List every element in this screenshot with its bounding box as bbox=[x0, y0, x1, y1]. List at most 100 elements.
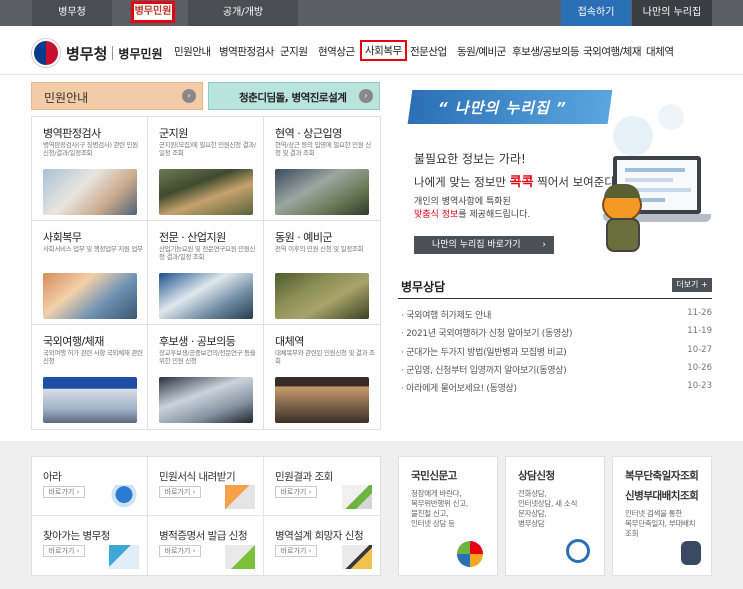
visiting-service-icon bbox=[109, 545, 139, 569]
service-card[interactable]: 병역판정검사 병역판정검사(구 징병검사) 관련 민원신청/결과/일정조회 bbox=[32, 117, 148, 221]
counsel-item[interactable]: · 군대가는 두가지 방법(일반병과 모집병 비교) bbox=[401, 345, 567, 358]
service-title: 현역 · 상근입영 bbox=[275, 127, 342, 140]
shortcut-button[interactable]: 바로가기 › bbox=[275, 545, 317, 557]
counsel-item[interactable]: · 국외여행 허가제도 안내 bbox=[401, 308, 491, 321]
service-lookup-box[interactable]: 복무단축일자조회 신병부대배치조회 인터넷 검색을 통한 복무단축일자, 부대배치… bbox=[612, 456, 712, 576]
service-lookup-desc: 인터넷 검색을 통한 복무단축일자, 부대배치 조회 bbox=[625, 509, 696, 538]
tab-mma[interactable]: 병무청 bbox=[32, 0, 112, 26]
shortcut-button[interactable]: 바로가기 › bbox=[159, 486, 201, 498]
taegeuk-logo-icon bbox=[32, 39, 60, 67]
service-desc: 전역 이후의 민원 신청 및 일정조회 bbox=[275, 245, 364, 253]
quick-item[interactable]: 찾아가는 병무청 바로가기 › bbox=[32, 516, 148, 575]
counsel-item[interactable]: · 군입영, 신청부터 입영까지 알아보기(동영상) bbox=[401, 363, 567, 376]
logo-sub: 병무민원 bbox=[118, 46, 163, 61]
shortcut-button[interactable]: 바로가기 › bbox=[43, 486, 85, 498]
promo-desc: 개인의 병역사항에 특화된 맞춤식 정보를 제공해드립니다. bbox=[414, 197, 531, 220]
service-card[interactable]: 동원 · 예비군 전역 이후의 민원 신청 및 일정조회 bbox=[264, 221, 380, 325]
service-card[interactable]: 현역 · 상근입영 현역/상근 등의 입영에 필요한 민원 신청 및 결과 조회 bbox=[264, 117, 380, 221]
service-card[interactable]: 전문 · 산업지원 산업기능요원 및 전문연구요원 민원신청 결과/일정 조회 bbox=[148, 221, 264, 325]
shortcut-button[interactable]: 바로가기 › bbox=[43, 545, 85, 557]
nav-item-overseas[interactable]: 국외여행/체재 bbox=[583, 44, 642, 59]
service-card[interactable]: 사회복무 사회서비스 업무 및 행정업무 지원 업무 bbox=[32, 221, 148, 325]
service-desc: 산업기능요원 및 전문연구요원 민원신청 결과/일정 조회 bbox=[159, 245, 256, 261]
logo-name: 병무청 bbox=[66, 44, 108, 63]
quick-title: 찾아가는 병무청 bbox=[43, 530, 110, 542]
service-desc: 사회서비스 업무 및 행정업무 지원 업무 bbox=[43, 245, 143, 253]
counsel-item[interactable]: · 아라에게 물어보세요! (동영상) bbox=[401, 381, 517, 394]
quick-title: 병적증명서 발급 신청 bbox=[159, 530, 248, 542]
counsel-request-desc: 전화상담, 인터넷상담, 새 소식 문자상담, 병무상담 bbox=[518, 489, 578, 528]
quick-item[interactable]: 병적증명서 발급 신청 바로가기 › bbox=[148, 516, 264, 575]
my-page-promo: “ 나만의 누리집 ” 불필요한 정보는 가라! 나에게 맞는 정보만 콕콕 찍… bbox=[398, 84, 718, 259]
decor-circle bbox=[658, 104, 684, 130]
shortcut-button[interactable]: 바로가기 › bbox=[275, 486, 317, 498]
nav-item-reserve[interactable]: 동원/예비군 bbox=[457, 44, 506, 59]
chatbot-ara-icon bbox=[109, 485, 139, 509]
service-card[interactable]: 후보생 · 공보의등 장교후보생/공중보건의/전문연구 등을 위한 민원 신청 bbox=[148, 325, 264, 429]
quick-item[interactable]: 병역설계 희망자 신청 바로가기 › bbox=[264, 516, 380, 575]
service-card[interactable]: 국외여행/체재 국외여행 허가 관련 사항 국외체재 관련 신청 bbox=[32, 325, 148, 429]
service-photo bbox=[275, 377, 369, 423]
promo-headline: 불필요한 정보는 가라! bbox=[414, 152, 526, 166]
service-photo bbox=[275, 273, 369, 319]
service-title: 국외여행/체재 bbox=[43, 335, 104, 348]
quick-title: 아라 bbox=[43, 471, 62, 483]
my-page-shortcut-button[interactable]: 나만의 누리집 바로가기 › bbox=[414, 236, 554, 254]
my-page-button[interactable]: 나만의 누리집 bbox=[632, 0, 712, 26]
service-desc: 현역/상근 등의 입영에 필요한 민원 신청 및 결과 조회 bbox=[275, 141, 371, 157]
certificate-icon bbox=[225, 545, 255, 569]
more-button[interactable]: 더보기 + bbox=[672, 278, 712, 292]
service-desc: 장교후보생/공중보건의/전문연구 등을 위한 민원 신청 bbox=[159, 349, 256, 365]
quick-title: 민원결과 조회 bbox=[275, 471, 333, 483]
tab-civil-service[interactable]: 병무민원 bbox=[131, 1, 175, 23]
service-title: 후보생 · 공보의등 bbox=[159, 335, 236, 348]
dog-tag-icon bbox=[681, 541, 701, 565]
service-photo bbox=[159, 273, 253, 319]
shortcut-button[interactable]: 바로가기 › bbox=[159, 545, 201, 557]
nav-item-guide[interactable]: 민원안내 bbox=[174, 44, 211, 59]
counsel-date: 10-27 bbox=[687, 345, 712, 355]
promo-ribbon-title: “ 나만의 누리집 ” bbox=[438, 99, 567, 117]
counsel-request-box[interactable]: 상담신청 전화상담, 인터넷상담, 새 소식 문자상담, 병무상담 bbox=[505, 456, 605, 576]
download-form-icon bbox=[225, 485, 255, 509]
quick-item[interactable]: 민원서식 내려받기 바로가기 › bbox=[148, 457, 264, 516]
service-photo bbox=[43, 273, 137, 319]
nav-item-exam[interactable]: 병역판정검사 bbox=[219, 44, 274, 59]
nav-item-active[interactable]: 현역상근 bbox=[318, 44, 355, 59]
promo-subline: 나에게 맞는 정보만 콕콕 찍어서 보여준다! bbox=[414, 175, 620, 190]
counsel-divider bbox=[398, 298, 712, 299]
service-title: 전문 · 산업지원 bbox=[159, 231, 226, 244]
service-photo bbox=[159, 169, 253, 215]
service-photo bbox=[159, 377, 253, 423]
career-banner-label: 청춘디딤돌, 병역진로설계 bbox=[239, 92, 347, 104]
service-desc: 국외여행 허가 관련 사항 국외체재 관련 신청 bbox=[43, 349, 143, 365]
nav-item-candidate[interactable]: 후보생/공보의등 bbox=[512, 44, 580, 59]
nav-item-industry[interactable]: 전문산업 bbox=[410, 44, 447, 59]
service-desc: 병역판정검사(구 징병검사) 관련 민원신청/결과/일정조회 bbox=[43, 141, 138, 157]
counsel-item[interactable]: · 2021년 국외여행허가 신청 알아보기 (동영상) bbox=[401, 326, 572, 339]
quick-item[interactable]: 민원결과 조회 바로가기 › bbox=[264, 457, 380, 516]
unit-assignment-lookup-title[interactable]: 신병부대배치조회 bbox=[625, 488, 699, 503]
service-title: 군지원 bbox=[159, 127, 188, 140]
service-card[interactable]: 대체역 대체복무와 관련된 민원신청 및 결과 조회 bbox=[264, 325, 380, 429]
career-banner[interactable]: 청춘디딤돌, 병역진로설계 › bbox=[208, 82, 380, 110]
nav-item-social-service[interactable]: 사회복무 bbox=[360, 40, 407, 61]
career-design-icon bbox=[342, 545, 372, 569]
service-card[interactable]: 군지원 군지원(모집)에 필요한 민원신청 결과/일정 조회 bbox=[148, 117, 264, 221]
login-button[interactable]: 접속하기 bbox=[561, 0, 631, 26]
quick-item[interactable]: 아라 바로가기 › bbox=[32, 457, 148, 516]
nav-item-enlist[interactable]: 군지원 bbox=[280, 44, 308, 59]
arrow-right-icon: › bbox=[182, 89, 196, 103]
sinmungo-icon bbox=[457, 541, 483, 567]
counsel-request-title: 상담신청 bbox=[518, 470, 555, 482]
discharge-date-lookup-title[interactable]: 복무단축일자조회 bbox=[625, 468, 699, 483]
site-logo[interactable]: 병무청 병무민원 bbox=[32, 38, 163, 68]
service-grid: 병역판정검사 병역판정검사(구 징병검사) 관련 민원신청/결과/일정조회 군지… bbox=[31, 116, 381, 430]
quick-title: 민원서식 내려받기 bbox=[159, 471, 236, 483]
tab-open[interactable]: 공개/개방 bbox=[188, 0, 298, 26]
guide-banner[interactable]: 민원안내 › bbox=[31, 82, 203, 110]
nav-item-alternative[interactable]: 대체역 bbox=[646, 44, 674, 59]
tiger-mascot-icon bbox=[598, 184, 648, 254]
guide-banner-label: 민원안내 bbox=[44, 91, 89, 105]
sinmungo-box[interactable]: 국민신문고 청장에게 바란다, 복무위반행위 신고, 불친절 신고, 인터넷 상담 등 bbox=[398, 456, 498, 576]
